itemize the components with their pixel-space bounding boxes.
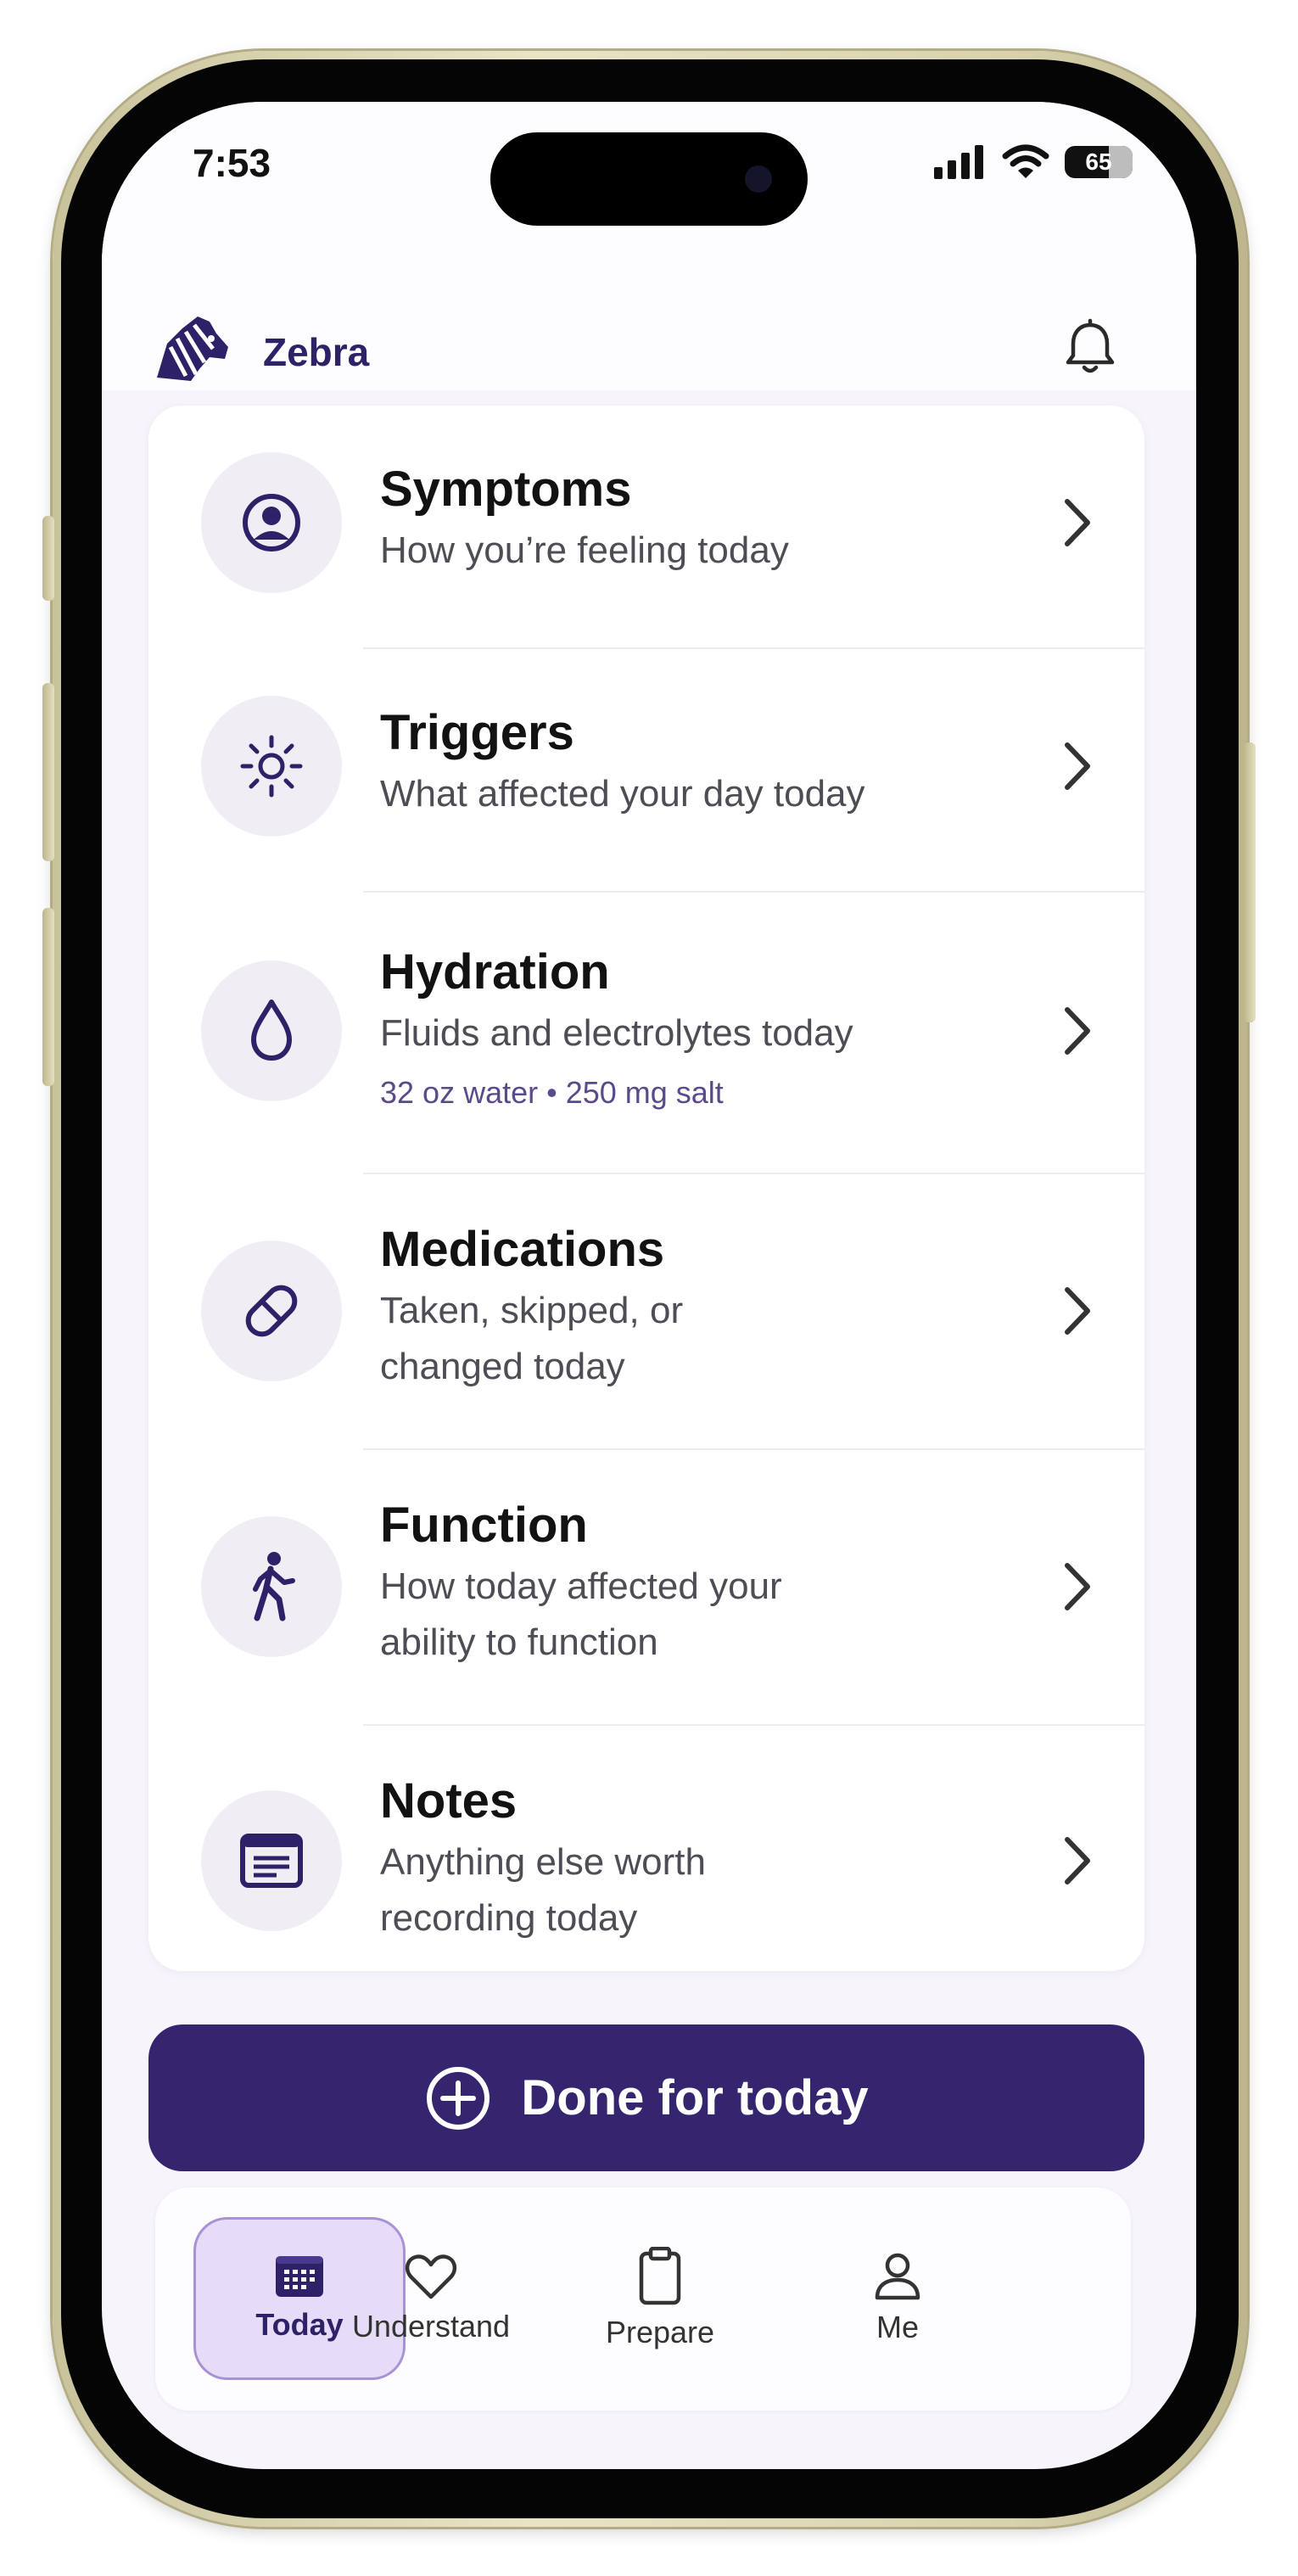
row-title: Function <box>380 1498 588 1553</box>
icon-circle <box>201 960 342 1101</box>
plus-circle-icon <box>427 2066 490 2130</box>
tab-understand[interactable]: Understand <box>325 2217 537 2380</box>
tab-me[interactable]: Me <box>792 2217 1004 2380</box>
chevron-right-icon <box>1065 499 1090 546</box>
battery-icon: 65 <box>1065 146 1133 178</box>
person-icon <box>875 2253 920 2300</box>
status-icons: 65 <box>934 144 1133 180</box>
action-button <box>42 516 54 601</box>
heart-icon <box>405 2254 457 2299</box>
app-header: Zebra <box>102 272 1196 390</box>
hydration-summary: 32 oz water • 250 mg salt <box>380 1075 724 1110</box>
log-row-triggers[interactable]: Triggers What affected your day today <box>148 649 1144 891</box>
brand-name: Zebra <box>263 330 370 374</box>
dynamic-island <box>490 132 808 226</box>
row-title: Notes <box>380 1773 518 1828</box>
chevron-right-icon <box>1065 1563 1090 1610</box>
icon-circle <box>201 452 342 593</box>
done-button-label: Done for today <box>521 2070 869 2125</box>
status-bar: 7:53 65 <box>102 102 1196 272</box>
signal-icon <box>934 145 983 179</box>
log-row-medications[interactable]: Medications Taken, skipped, or changed t… <box>148 1174 1144 1448</box>
sun-icon <box>240 735 303 798</box>
row-subtitle: How today affected your ability to funct… <box>380 1565 782 1663</box>
status-time: 7:53 <box>193 141 271 185</box>
camera-icon <box>745 165 772 193</box>
power-button <box>1244 742 1256 1022</box>
droplet-icon <box>251 1000 292 1061</box>
row-title: Triggers <box>380 705 574 760</box>
volume-down-button <box>42 908 54 1086</box>
app-screen: 7:53 65 Zebra Symptoms How you’re feelin… <box>102 102 1196 2469</box>
row-subtitle: What affected your day today <box>380 773 865 815</box>
row-title: Symptoms <box>380 462 632 517</box>
chevron-right-icon <box>1065 1287 1090 1335</box>
done-for-today-button[interactable]: Done for today <box>148 2024 1144 2171</box>
row-title: Hydration <box>380 944 610 1000</box>
row-subtitle: Fluids and electrolytes today <box>380 1012 853 1054</box>
icon-circle <box>201 1790 342 1931</box>
log-row-notes[interactable]: Notes Anything else worth recording toda… <box>148 1726 1144 1971</box>
tab-label: Prepare <box>605 2315 715 2349</box>
note-icon <box>240 1834 303 1888</box>
battery-level: 65 <box>1085 148 1112 175</box>
bottom-tab-bar: Today Understand Prepare Me <box>155 2187 1131 2411</box>
volume-up-button <box>42 683 54 861</box>
tab-prepare[interactable]: Prepare <box>545 2217 775 2380</box>
row-subtitle: How you’re feeling today <box>380 529 789 571</box>
icon-circle <box>201 696 342 837</box>
chevron-right-icon <box>1065 1007 1090 1055</box>
log-row-hydration[interactable]: Hydration Fluids and electrolytes today … <box>148 893 1144 1173</box>
person-circle-icon <box>243 494 300 552</box>
icon-circle <box>201 1516 342 1657</box>
zebra-logo-icon <box>157 316 228 381</box>
icon-circle <box>201 1240 342 1381</box>
chevron-right-icon <box>1065 742 1090 790</box>
notifications-bell-icon[interactable] <box>1060 318 1120 378</box>
log-row-symptoms[interactable]: Symptoms How you’re feeling today <box>148 406 1144 647</box>
calendar-icon <box>276 2256 323 2297</box>
tab-label: Me <box>876 2310 919 2344</box>
row-title: Medications <box>380 1222 665 1277</box>
walking-person-icon <box>253 1552 295 1621</box>
log-row-function[interactable]: Function How today affected your ability… <box>148 1450 1144 1724</box>
tab-label: Understand <box>351 2309 511 2344</box>
pill-icon <box>245 1285 298 1337</box>
row-subtitle: Taken, skipped, or changed today <box>380 1290 684 1387</box>
chevron-right-icon <box>1065 1837 1090 1884</box>
clipboard-icon <box>639 2247 681 2305</box>
wifi-icon <box>1002 144 1049 178</box>
daily-log-card: Symptoms How you’re feeling today Trigge… <box>148 406 1144 1971</box>
row-subtitle: Anything else worth recording today <box>380 1841 706 1939</box>
